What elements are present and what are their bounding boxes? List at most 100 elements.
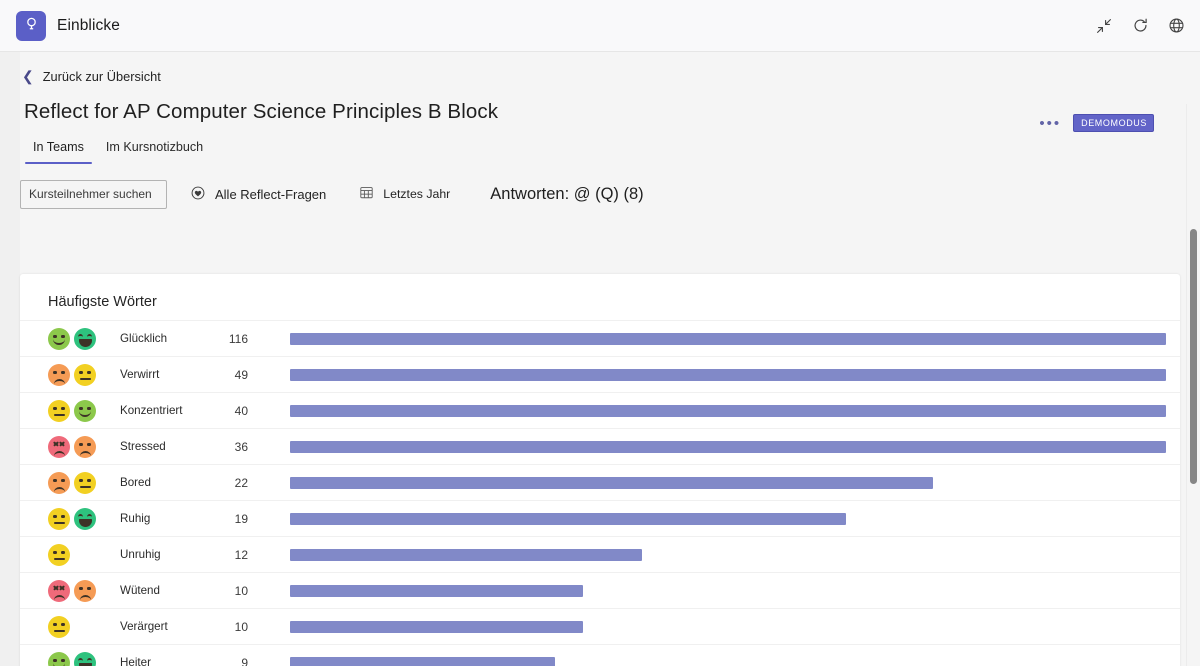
emoji-cell: [48, 471, 114, 494]
globe-icon[interactable]: [1166, 16, 1186, 36]
filter-bar: Alle Reflect-Fragen Letztes Jahr Antwort…: [0, 164, 1200, 214]
table-row: Wütend 10: [20, 572, 1180, 608]
mood-emoji-icon: [48, 363, 70, 386]
mood-emoji-icon: [48, 399, 70, 422]
back-link-label: Zurück zur Übersicht: [42, 68, 161, 84]
tab-in-teams[interactable]: In Teams: [22, 140, 95, 164]
mood-emoji-icon: [48, 327, 70, 350]
table-row: Stressed 36: [20, 428, 1180, 464]
collapse-icon[interactable]: [1094, 16, 1114, 36]
bar: [290, 476, 933, 489]
mood-emoji-icon: [74, 435, 96, 458]
emoji-cell: [48, 543, 114, 566]
search-input[interactable]: [20, 179, 167, 209]
word-label: Wütend: [120, 584, 160, 597]
table-row: Heiter 9: [20, 644, 1180, 666]
page-body: ❮ Zurück zur Übersicht ••• DEMOMODUS Ref…: [0, 52, 1200, 666]
lightbulb-icon: [23, 15, 40, 37]
bar-cell: [252, 620, 1160, 633]
emoji-cell: [48, 435, 114, 458]
bar-cell: [252, 584, 1160, 597]
word-label: Ruhig: [120, 512, 151, 525]
vertical-scrollbar[interactable]: [1186, 104, 1200, 666]
emoji-cell: [48, 399, 114, 422]
word-count: 36: [234, 439, 248, 454]
mood-emoji-icon: [74, 471, 96, 494]
back-to-overview-link[interactable]: ❮ Zurück zur Übersicht: [22, 69, 161, 84]
word-label: Stressed: [120, 440, 166, 453]
mood-emoji-icon: [74, 327, 96, 350]
word-label: Konzentriert: [120, 404, 183, 417]
mood-emoji-icon: [48, 543, 70, 566]
bar: [290, 656, 555, 666]
word-rows: Glücklich 116 Verwirrt 49 Konzentriert 40 Stre…: [20, 310, 1180, 666]
word-count: 9: [241, 655, 248, 666]
ellipsis-icon[interactable]: •••: [1039, 116, 1061, 131]
table-row: Bored 22: [20, 464, 1180, 500]
tab-list: In Teams Im Kursnotizbuch: [0, 124, 1200, 164]
word-count: 19: [234, 511, 248, 526]
word-label: Verärgert: [120, 620, 168, 633]
word-count: 49: [234, 367, 248, 382]
word-label: Glücklich: [120, 332, 168, 345]
table-row: Verärgert 10: [20, 608, 1180, 644]
left-gutter: [0, 52, 20, 666]
mood-emoji-icon: [74, 399, 96, 422]
bar-cell: [252, 476, 1160, 489]
bar: [290, 368, 1166, 381]
header-meta: ••• DEMOMODUS: [1039, 114, 1154, 132]
breadcrumb: ❮ Zurück zur Übersicht: [0, 52, 1200, 86]
word-label: Verwirrt: [120, 368, 160, 381]
app-logo: [16, 10, 46, 41]
mood-emoji-icon: [48, 507, 70, 530]
date-filter-button[interactable]: Letztes Jahr: [359, 185, 450, 203]
bar-cell: [252, 656, 1160, 666]
bar: [290, 440, 1166, 453]
word-label: Unruhig: [120, 548, 161, 561]
word-count: 12: [234, 547, 248, 562]
card-title: Häufigste Wörter: [48, 294, 157, 310]
refresh-icon[interactable]: [1130, 16, 1150, 36]
page-title: Reflect for AP Computer Science Principl…: [24, 100, 499, 123]
bar: [290, 512, 846, 525]
bar: [290, 584, 583, 597]
word-count: 40: [234, 403, 248, 418]
word-count: 10: [234, 619, 248, 634]
bar-cell: [252, 368, 1166, 381]
emoji-cell: [48, 507, 114, 530]
bar-cell: [252, 332, 1166, 345]
bar-cell: [252, 512, 1160, 525]
mood-emoji-icon: [48, 471, 70, 494]
bar: [290, 620, 583, 633]
emoji-cell: [48, 615, 114, 638]
question-filter-label: Alle Reflect-Fragen: [215, 186, 327, 202]
word-label: Heiter: [120, 656, 151, 666]
answers-summary: Antworten: @ (Q) (8): [490, 184, 644, 203]
scrollbar-thumb[interactable]: [1190, 229, 1197, 484]
word-count: 10: [234, 583, 248, 598]
heart-circle-icon: [190, 185, 206, 204]
bar: [290, 404, 1166, 417]
bar: [290, 332, 1166, 345]
mood-emoji-icon: [48, 651, 70, 666]
emoji-cell: [48, 363, 114, 386]
emoji-cell: [48, 579, 114, 602]
emoji-cell: [48, 651, 114, 666]
tab-im-kursnotizbuch[interactable]: Im Kursnotizbuch: [95, 140, 214, 164]
table-row: Ruhig 19: [20, 500, 1180, 536]
header-actions: [1094, 16, 1186, 36]
question-filter-button[interactable]: Alle Reflect-Fragen: [190, 185, 326, 204]
app-title: Einblicke: [57, 16, 120, 34]
table-row: Konzentriert 40: [20, 392, 1180, 428]
mood-emoji-icon: [48, 615, 70, 638]
emoji-cell: [48, 327, 114, 350]
table-row: Verwirrt 49: [20, 356, 1180, 392]
chevron-left-icon: ❮: [22, 68, 34, 84]
bar: [290, 548, 642, 561]
mood-emoji-icon: [74, 651, 96, 666]
word-label: Bored: [120, 476, 151, 489]
app-header: Einblicke: [0, 0, 1200, 52]
word-count: 116: [228, 331, 248, 346]
status-badge: DEMOMODUS: [1073, 114, 1154, 132]
mood-emoji-icon: [74, 507, 96, 530]
